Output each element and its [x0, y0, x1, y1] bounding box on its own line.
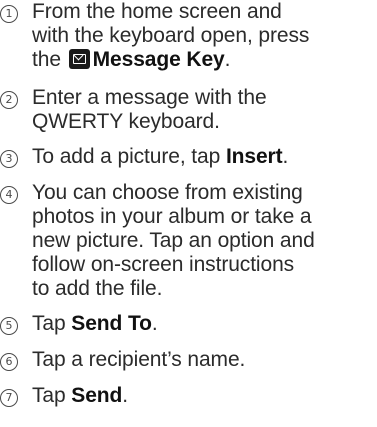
insert-label: Insert: [225, 145, 283, 168]
step-text-segment: To add a picture, tap: [32, 145, 226, 168]
step-text-segment: .: [282, 145, 289, 168]
step-number: 4: [0, 186, 18, 204]
step-text: To add a picture, tap Insert.: [32, 145, 375, 169]
step-line: new picture. Tap an option and: [32, 229, 315, 252]
step-text-segment: Tap: [32, 384, 72, 407]
step-number: 7: [0, 389, 18, 407]
step-line: the Message Key.: [32, 48, 375, 72]
step-text: Tap a recipient’s name.: [32, 348, 375, 372]
send-label: Send: [71, 384, 123, 407]
step-text-segment: .: [151, 312, 158, 335]
step-text-segment: .: [122, 384, 128, 407]
step-line: From the home screen and: [32, 0, 282, 23]
step-text: From the home screen and with the keyboa…: [32, 0, 375, 72]
step-text-segment: .: [224, 48, 231, 71]
step-line: QWERTY keyboard.: [32, 110, 220, 133]
step-line: photos in your album or take a: [32, 205, 312, 228]
send-to-label: Send To: [71, 312, 152, 335]
step-line: with the keyboard open, press: [32, 24, 310, 47]
step-number: 1: [0, 5, 18, 23]
step-number: 2: [0, 91, 18, 109]
step-line: Tap Send To.: [32, 312, 375, 336]
step-number: 6: [0, 353, 18, 371]
instruction-steps: 1 From the home screen and with the keyb…: [0, 0, 377, 427]
step-text: Tap Send To.: [32, 312, 375, 336]
step-line: to add the file.: [32, 277, 163, 300]
step-number: 3: [0, 150, 18, 168]
message-key-label: Message Key: [92, 48, 225, 71]
step-line: Tap a recipient’s name.: [32, 348, 246, 371]
step-line: To add a picture, tap Insert.: [32, 145, 375, 169]
step-line: follow on-screen instructions: [32, 253, 295, 276]
step-text: You can choose from existing photos in y…: [32, 181, 375, 301]
step-line: You can choose from existing: [32, 181, 303, 204]
step-line: Enter a message with the: [32, 86, 267, 109]
step-number: 5: [0, 317, 18, 335]
step-text: Tap Send.: [32, 384, 375, 408]
message-key-icon: [68, 49, 90, 69]
step-text: Enter a message with the QWERTY keyboard…: [32, 86, 375, 134]
step-line: Tap Send.: [32, 384, 375, 408]
step-text-segment: Tap: [32, 312, 72, 335]
step-text-segment: the: [32, 48, 67, 71]
